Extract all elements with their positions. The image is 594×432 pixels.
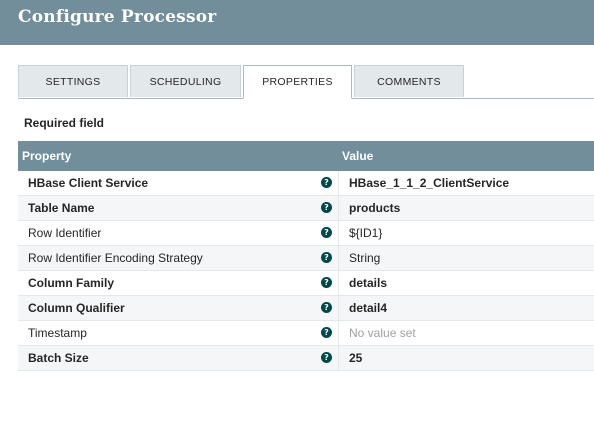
question-circle-icon[interactable]: ?: [321, 277, 332, 288]
column-divider: [338, 346, 339, 370]
property-name: Column Qualifier: [28, 301, 125, 315]
dialog-title: Configure Processor: [18, 7, 217, 27]
required-field-label: Required field: [24, 116, 105, 130]
question-circle-icon[interactable]: ?: [321, 202, 332, 213]
tab-bar: SETTINGS SCHEDULING PROPERTIES COMMENTS: [18, 65, 594, 99]
property-name: Timestamp: [28, 326, 87, 340]
property-name: Column Family: [28, 276, 115, 290]
tab-settings[interactable]: SETTINGS: [18, 65, 128, 97]
column-divider: [338, 221, 339, 245]
property-name: HBase Client Service: [28, 176, 149, 190]
property-name: Batch Size: [28, 351, 89, 365]
column-divider: [338, 321, 339, 345]
table-row[interactable]: Column Qualifier ? detail4: [18, 296, 594, 321]
tab-scheduling[interactable]: SCHEDULING: [130, 65, 241, 97]
property-value[interactable]: String: [349, 251, 380, 265]
property-value[interactable]: 25: [349, 351, 362, 365]
table-row[interactable]: Column Family ? details: [18, 271, 594, 296]
tab-properties[interactable]: PROPERTIES: [243, 65, 352, 99]
properties-table: Property Value HBase Client Service ? HB…: [18, 141, 594, 371]
question-circle-icon[interactable]: ?: [321, 352, 332, 363]
property-value[interactable]: detail4: [349, 301, 387, 315]
dialog-header: Configure Processor: [0, 0, 594, 45]
property-name: Row Identifier Encoding Strategy: [28, 251, 203, 265]
tab-comments[interactable]: COMMENTS: [354, 65, 464, 97]
property-value[interactable]: No value set: [349, 326, 416, 340]
question-circle-icon[interactable]: ?: [321, 327, 332, 338]
table-row[interactable]: Row Identifier ? ${ID1}: [18, 221, 594, 246]
question-circle-icon[interactable]: ?: [321, 227, 332, 238]
question-circle-icon[interactable]: ?: [321, 177, 332, 188]
table-row[interactable]: Row Identifier Encoding Strategy ? Strin…: [18, 246, 594, 271]
property-value[interactable]: ${ID1}: [349, 226, 382, 240]
table-row[interactable]: Table Name ? products: [18, 196, 594, 221]
property-value[interactable]: details: [349, 276, 387, 290]
column-header-value[interactable]: Value: [342, 149, 373, 163]
question-circle-icon[interactable]: ?: [321, 252, 332, 263]
column-divider: [338, 271, 339, 295]
column-divider: [338, 296, 339, 320]
column-divider: [338, 196, 339, 220]
table-row[interactable]: Timestamp ? No value set: [18, 321, 594, 346]
table-header: Property Value: [18, 141, 594, 171]
property-value[interactable]: products: [349, 201, 400, 215]
column-divider: [338, 246, 339, 270]
column-divider: [338, 171, 339, 195]
property-name: Table Name: [28, 201, 95, 215]
table-row[interactable]: Batch Size ? 25: [18, 346, 594, 371]
column-header-property[interactable]: Property: [22, 149, 71, 163]
property-value[interactable]: HBase_1_1_2_ClientService: [349, 176, 509, 190]
question-circle-icon[interactable]: ?: [321, 302, 332, 313]
property-name: Row Identifier: [28, 226, 102, 240]
table-row[interactable]: HBase Client Service ? HBase_1_1_2_Clien…: [18, 171, 594, 196]
